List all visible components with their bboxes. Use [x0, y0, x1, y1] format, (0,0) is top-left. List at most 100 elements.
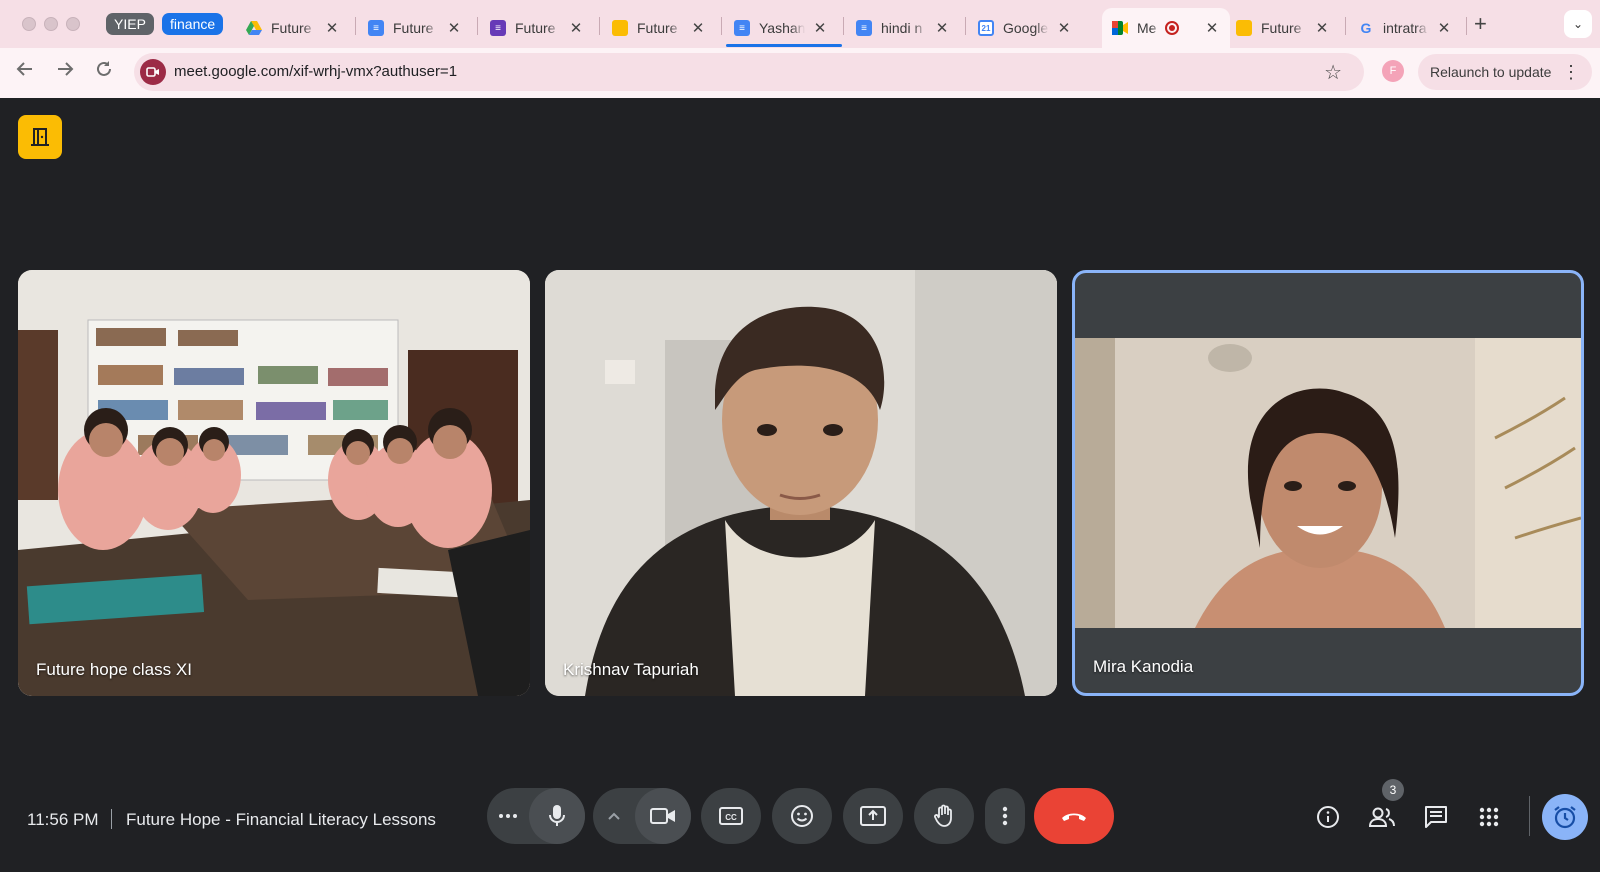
more-options-button[interactable]	[985, 788, 1025, 844]
video-settings-button[interactable]	[593, 788, 635, 844]
close-tab-icon[interactable]: ✕	[324, 19, 340, 37]
people-count-badge: 3	[1382, 779, 1404, 801]
tab-title: Me	[1137, 20, 1157, 36]
participant-tile-mira[interactable]: Mira Kanodia	[1072, 270, 1584, 696]
tab-group-yiep[interactable]: YIEP	[106, 13, 154, 35]
docs-icon: ≡	[734, 20, 750, 36]
alarm-clock-icon	[1554, 806, 1576, 829]
forward-button[interactable]	[56, 60, 74, 84]
calendar-icon: 21	[978, 20, 994, 36]
host-controls-button[interactable]	[1542, 794, 1588, 840]
address-bar[interactable]: meet.google.com/xif-wrhj-vmx?authuser=1 …	[134, 53, 1364, 91]
camera-button[interactable]	[635, 788, 691, 844]
close-tab-icon[interactable]: ✕	[568, 19, 584, 37]
new-tab-button[interactable]: +	[1474, 11, 1487, 37]
minimize-window-button[interactable]	[44, 17, 58, 31]
tab-title: intratra	[1383, 20, 1427, 36]
video-camera-icon	[650, 808, 675, 824]
close-tab-icon[interactable]: ✕	[1314, 19, 1330, 37]
people-icon	[1368, 807, 1395, 827]
tab-forms[interactable]: ≡ Future ✕	[480, 8, 594, 48]
tab-group-finance[interactable]: finance	[162, 13, 224, 35]
chrome-menu-icon[interactable]: ⋮	[1562, 54, 1580, 90]
chat-icon	[1425, 806, 1447, 828]
participant-tile-krishnav[interactable]: Krishnav Tapuriah	[545, 270, 1057, 696]
apps-grid-icon	[1479, 807, 1499, 827]
tab-slides-1[interactable]: Future ✕	[602, 8, 716, 48]
camera-control-group	[593, 788, 691, 844]
tab-title: Future	[393, 20, 434, 36]
tab-search-button[interactable]: ⌄	[1564, 10, 1592, 38]
present-screen-icon	[860, 806, 886, 826]
close-tab-icon[interactable]: ✕	[446, 19, 462, 37]
leave-call-button[interactable]	[1034, 788, 1114, 844]
present-screen-button[interactable]	[843, 788, 903, 844]
tab-title: Future	[515, 20, 556, 36]
participant-name: Krishnav Tapuriah	[563, 660, 699, 679]
tab-slides-2[interactable]: Future ✕	[1226, 8, 1340, 48]
back-button[interactable]	[16, 60, 34, 84]
drive-icon	[246, 20, 262, 36]
window-controls	[22, 17, 80, 31]
breakout-room-button[interactable]	[18, 115, 62, 159]
close-window-button[interactable]	[22, 17, 36, 31]
tab-title: Yashan	[759, 20, 805, 36]
tab-docs-3[interactable]: ≡ hindi n ✕	[846, 8, 960, 48]
activities-button[interactable]	[1473, 801, 1505, 833]
reload-button[interactable]	[95, 60, 113, 84]
more-horizontal-icon	[499, 814, 517, 818]
mic-button[interactable]	[529, 788, 585, 844]
close-tab-icon[interactable]: ✕	[1056, 19, 1072, 37]
toolbar-divider	[1529, 796, 1530, 836]
participant-name: Future hope class XI	[36, 660, 192, 679]
meeting-clock: 11:56 PM	[27, 810, 99, 829]
tab-title: hindi n	[881, 20, 923, 36]
tab-docs-2[interactable]: ≡ Yashan ✕	[724, 8, 838, 48]
close-tab-icon[interactable]: ✕	[1436, 19, 1452, 37]
captions-button[interactable]: CC	[701, 788, 761, 844]
divider	[111, 809, 112, 829]
chat-button[interactable]	[1420, 801, 1452, 833]
docs-icon: ≡	[856, 20, 872, 36]
tab-meet-active[interactable]: Me ✕	[1102, 8, 1230, 48]
slides-icon	[1236, 20, 1252, 36]
close-tab-icon[interactable]: ✕	[812, 19, 828, 37]
door-icon	[31, 128, 49, 146]
mic-control-group	[487, 788, 585, 844]
reactions-button[interactable]	[772, 788, 832, 844]
tab-title: Google	[1003, 20, 1049, 36]
site-info-icon[interactable]	[140, 59, 166, 85]
meeting-details-button[interactable]	[1312, 801, 1344, 833]
group-underline	[726, 44, 842, 47]
meeting-title: Future Hope - Financial Literacy Lessons	[126, 810, 436, 829]
close-tab-icon[interactable]: ✕	[934, 19, 950, 37]
bookmark-star-icon[interactable]: ☆	[1324, 60, 1342, 85]
tab-title: Future	[637, 20, 678, 36]
tab-drive[interactable]: Future ✕	[236, 8, 350, 48]
participant-tile-classroom[interactable]: Future hope class XI	[18, 270, 530, 696]
back-arrow-icon	[16, 62, 32, 76]
maximize-window-button[interactable]	[66, 17, 80, 31]
close-tab-icon[interactable]: ✕	[1204, 19, 1220, 37]
emoji-icon	[791, 805, 813, 827]
classroom-video-feed	[18, 270, 530, 696]
profile-avatar[interactable]: F	[1382, 60, 1404, 82]
krishnav-video-feed	[545, 270, 1057, 696]
more-vertical-icon	[1002, 806, 1008, 826]
google-icon: G	[1360, 20, 1372, 36]
tab-docs-1[interactable]: ≡ Future ✕	[358, 8, 472, 48]
end-call-icon	[1062, 813, 1086, 821]
audio-settings-button[interactable]	[487, 788, 529, 844]
tab-calendar[interactable]: 21 Google ✕	[968, 8, 1082, 48]
relaunch-button[interactable]: Relaunch to update ⋮	[1418, 54, 1592, 90]
slides-icon	[612, 20, 628, 36]
people-button[interactable]	[1366, 801, 1398, 833]
tab-title: Future	[1261, 20, 1302, 36]
tab-google[interactable]: G intratra ✕	[1348, 8, 1462, 48]
url-text[interactable]: meet.google.com/xif-wrhj-vmx?authuser=1	[174, 63, 457, 80]
close-tab-icon[interactable]: ✕	[690, 19, 706, 37]
meet-stage: Future hope class XI Krishnav Tapuriah M…	[0, 98, 1600, 872]
raise-hand-button[interactable]	[914, 788, 974, 844]
chevron-up-icon	[608, 812, 620, 820]
info-icon	[1317, 806, 1339, 828]
